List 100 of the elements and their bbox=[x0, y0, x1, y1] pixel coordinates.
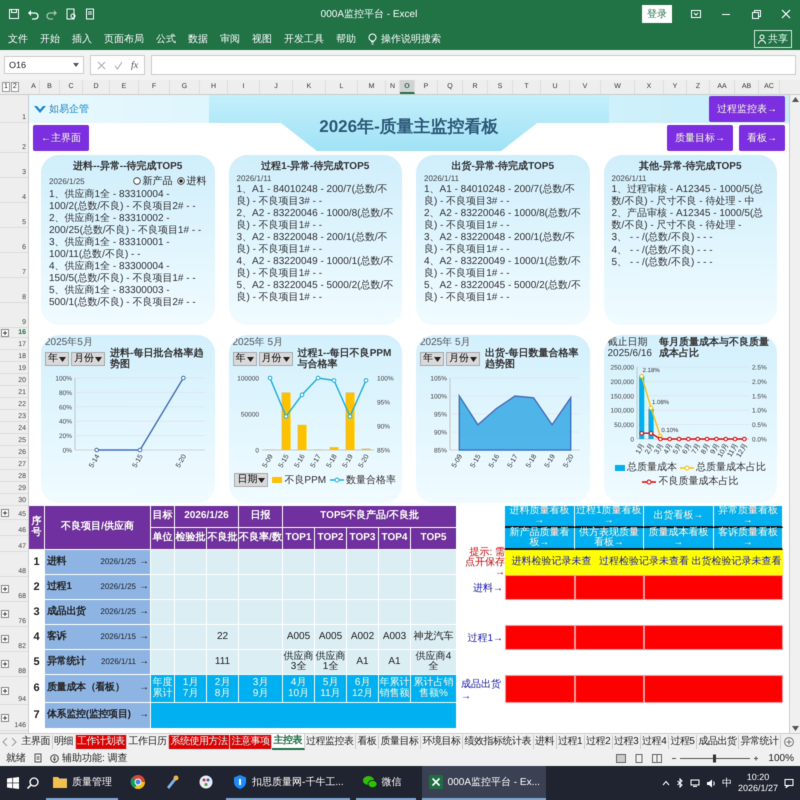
macro-icon[interactable] bbox=[34, 753, 42, 763]
expand-icon[interactable] bbox=[1, 635, 9, 643]
ribbon-tab[interactable]: 公式 bbox=[156, 32, 176, 46]
taskbar-button[interactable]: 扣思质量网-千牛工... bbox=[226, 766, 350, 800]
lightbulb-icon[interactable] bbox=[368, 33, 377, 45]
sheet-tab[interactable]: 质量目标 bbox=[379, 735, 421, 749]
sheet-tab[interactable]: 过程5 bbox=[668, 735, 697, 749]
vertical-scrollbar[interactable] bbox=[789, 95, 800, 733]
taskbar-button[interactable]: 000A监控平台 - Ex... bbox=[422, 766, 546, 800]
formula-input[interactable] bbox=[151, 55, 796, 75]
taskbar-button[interactable]: 质量管理 bbox=[46, 766, 118, 800]
ribbon-tab[interactable]: 帮助 bbox=[336, 32, 356, 46]
sheet-tab[interactable]: 主控表 bbox=[272, 734, 304, 750]
zoom-level[interactable]: 100% bbox=[768, 752, 794, 764]
page-layout-icon[interactable] bbox=[634, 754, 644, 762]
share-button[interactable]: 共享 bbox=[754, 30, 792, 48]
sheet-tab[interactable]: 绩效指标统计表 bbox=[463, 735, 534, 749]
chevron-up-icon[interactable] bbox=[662, 780, 670, 786]
save-icon[interactable] bbox=[8, 8, 20, 20]
filter-button[interactable]: 年 bbox=[232, 352, 256, 366]
sheet-tab[interactable]: 过程2 bbox=[584, 735, 613, 749]
ribbon-display-icon[interactable] bbox=[690, 8, 702, 20]
radio-label[interactable]: 新产品 bbox=[142, 174, 172, 188]
ribbon-tab[interactable]: 文件 bbox=[8, 32, 28, 46]
document-icon[interactable] bbox=[84, 8, 96, 20]
nav-button[interactable]: 过程监控表→ bbox=[709, 96, 785, 122]
ribbon-tab[interactable]: 数据 bbox=[188, 32, 208, 46]
sheet-tab[interactable]: 主界面 bbox=[20, 735, 52, 749]
filter-button[interactable]: 年 bbox=[45, 352, 69, 366]
sheet-tab[interactable]: 过程监控表 bbox=[304, 735, 356, 749]
link-arrow[interactable]: → bbox=[139, 710, 150, 721]
link-arrow[interactable]: → bbox=[139, 606, 150, 618]
link-arrow[interactable]: → bbox=[139, 632, 150, 642]
name-box[interactable]: O16 bbox=[4, 56, 84, 74]
function-button[interactable]: fx bbox=[131, 60, 138, 70]
link-arrow[interactable]: → bbox=[139, 582, 150, 592]
link-arrow[interactable]: → bbox=[139, 683, 150, 694]
sheet-tab[interactable]: 系统使用方法 bbox=[169, 735, 230, 749]
radio-icon[interactable] bbox=[132, 177, 140, 185]
notification-icon[interactable] bbox=[784, 778, 794, 788]
sheet-tab[interactable]: 环境目标 bbox=[421, 735, 463, 749]
expand-icon[interactable] bbox=[1, 610, 9, 618]
windows-start-icon[interactable] bbox=[6, 776, 20, 790]
alert-label[interactable]: 成品出货→ bbox=[461, 675, 505, 703]
expand-icon[interactable] bbox=[1, 714, 9, 722]
scroll-up-icon[interactable] bbox=[792, 97, 798, 102]
radio-icon[interactable] bbox=[176, 177, 184, 185]
sheet-tab[interactable]: 过程3 bbox=[612, 735, 641, 749]
search-hint[interactable]: 操作说明搜索 bbox=[381, 32, 441, 46]
filter-button[interactable]: 月份 bbox=[258, 352, 292, 366]
scroll-down-icon[interactable] bbox=[792, 726, 798, 731]
login-button[interactable]: 登录 bbox=[642, 5, 672, 23]
add-sheet-icon[interactable] bbox=[784, 737, 794, 747]
search-icon[interactable] bbox=[26, 776, 40, 790]
expand-icon[interactable] bbox=[1, 660, 9, 668]
ribbon-tab[interactable]: 视图 bbox=[252, 32, 272, 46]
expand-icon[interactable] bbox=[1, 328, 9, 336]
ribbon-tab[interactable]: 页面布局 bbox=[104, 32, 144, 46]
filter-button[interactable]: 月份 bbox=[446, 352, 480, 366]
alert-label[interactable]: 过程1→ bbox=[461, 625, 505, 650]
sheet-tab[interactable]: 进料 bbox=[534, 735, 556, 749]
nav-button[interactable]: ←主界面 bbox=[33, 125, 89, 151]
volume-icon[interactable] bbox=[706, 778, 716, 788]
print-preview-icon[interactable] bbox=[65, 8, 77, 20]
sheet-tab[interactable]: 看板 bbox=[356, 735, 379, 749]
ribbon-tab[interactable]: 插入 bbox=[72, 32, 92, 46]
sheet-tab[interactable]: 过程1 bbox=[556, 735, 585, 749]
network-icon[interactable] bbox=[690, 779, 700, 787]
taskbar-button[interactable]: 微信 bbox=[356, 766, 416, 800]
zoom-slider-icon[interactable] bbox=[670, 754, 760, 762]
close-icon[interactable] bbox=[780, 8, 792, 20]
redo-icon[interactable] bbox=[46, 8, 58, 20]
input-method[interactable]: 中 bbox=[722, 776, 732, 790]
sheet-tab[interactable]: 异常统计 bbox=[738, 735, 781, 749]
nav-button[interactable]: 质量目标→ bbox=[667, 125, 733, 151]
nav-button[interactable]: 看板→ bbox=[739, 125, 785, 151]
filter-button[interactable]: 年 bbox=[420, 352, 444, 366]
sheet-tab[interactable]: 注意事项 bbox=[230, 735, 272, 749]
sheet-tab[interactable]: 工作计划表 bbox=[76, 735, 127, 749]
filter-button[interactable]: 日期 bbox=[234, 473, 268, 487]
ribbon-tab[interactable]: 审阅 bbox=[220, 32, 240, 46]
alert-label[interactable]: 进料→ bbox=[461, 575, 505, 600]
sheet-tab[interactable]: 成品出货 bbox=[696, 735, 739, 749]
sheet-tab[interactable]: 过程4 bbox=[640, 735, 669, 749]
filter-button[interactable]: 月份 bbox=[71, 352, 105, 366]
ribbon-tab[interactable]: 开发工具 bbox=[284, 32, 324, 46]
link-arrow[interactable]: → bbox=[139, 556, 150, 568]
restore-icon[interactable] bbox=[750, 8, 762, 20]
link-arrow[interactable]: → bbox=[139, 656, 150, 668]
expand-icon[interactable] bbox=[1, 686, 9, 694]
accessibility-status[interactable]: 辅助功能: 调查 bbox=[62, 751, 128, 765]
page-break-icon[interactable] bbox=[652, 754, 662, 762]
normal-view-icon[interactable] bbox=[616, 754, 626, 762]
expand-icon[interactable] bbox=[1, 508, 9, 516]
bluetooth-icon[interactable] bbox=[676, 778, 684, 788]
undo-icon[interactable] bbox=[27, 8, 39, 20]
expand-icon[interactable] bbox=[1, 585, 9, 593]
clock[interactable]: 10:20 2026/1/27 bbox=[738, 772, 778, 794]
radio-label[interactable]: 进料 bbox=[186, 174, 206, 188]
accessibility-icon[interactable] bbox=[50, 754, 59, 762]
